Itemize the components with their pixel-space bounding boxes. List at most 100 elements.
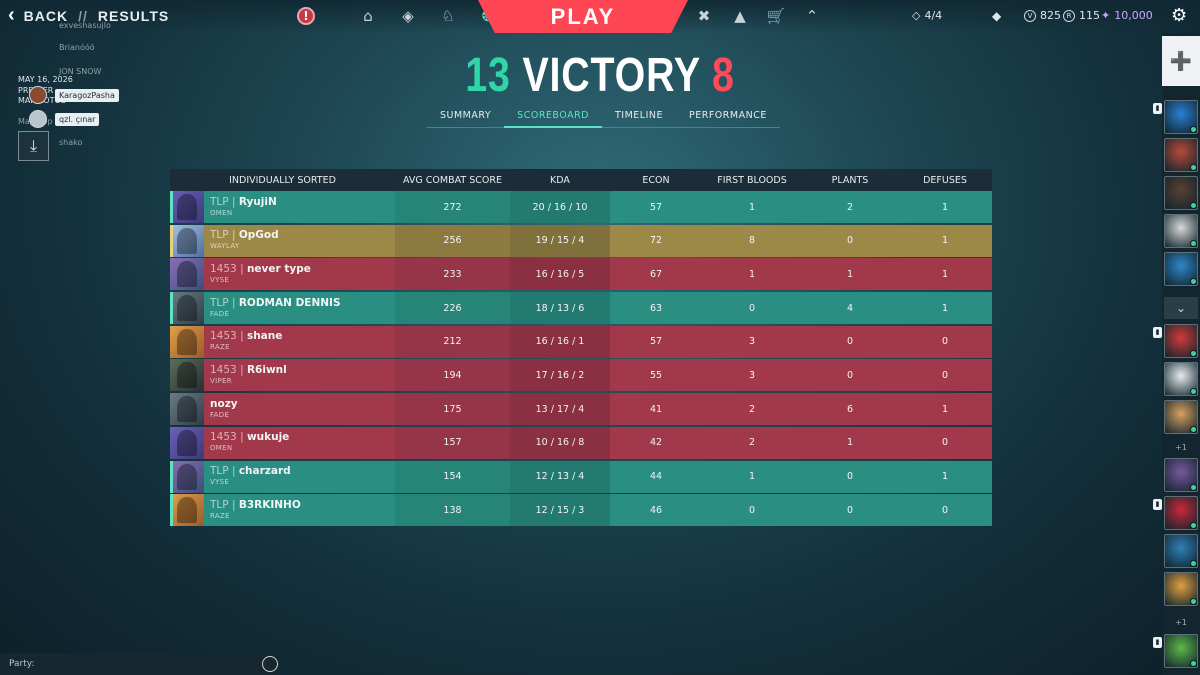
party-size[interactable]: ◇ 4/4 [912, 9, 942, 22]
gear-icon[interactable]: ⚙ [1171, 5, 1187, 26]
team-tag: 1453 [210, 330, 237, 343]
column-header[interactable]: FIRST BLOODS [702, 175, 802, 186]
plants-cell: 0 [846, 235, 854, 247]
acs-cell: 212 [395, 325, 510, 358]
scoreboard-header: INDIVIDUALLY SORTED AVG COMBAT SCORE KDA… [170, 169, 992, 191]
avatar[interactable] [29, 86, 47, 104]
tab-summary[interactable]: SUMMARY [427, 108, 505, 128]
team-tag: TLP [210, 296, 229, 309]
store-icon[interactable]: 🛒 [765, 5, 787, 27]
scoreboard-row[interactable]: TLP | OpGod WAYLAY 256 19 / 15 / 4 72 8 … [170, 224, 992, 257]
add-friend-button[interactable]: ➕ [1162, 36, 1200, 86]
online-status-icon [1190, 426, 1197, 433]
defuses-cell: 1 [941, 268, 949, 280]
alert-icon[interactable]: ! [297, 7, 315, 25]
column-header[interactable]: DEFUSES [898, 175, 992, 186]
scoreboard-row[interactable]: TLP | B3RKINHO RAZE 138 12 / 15 / 3 46 0… [170, 494, 992, 527]
more-friends-count[interactable]: +1 [1162, 443, 1200, 452]
column-header[interactable]: ECON [610, 175, 702, 186]
more-friends-count[interactable]: +1 [1162, 618, 1200, 627]
player-info: 1453 | never type VYSE [210, 263, 311, 286]
agent-name: RAZE [210, 343, 230, 352]
player-name: 1453 | shane [210, 330, 282, 342]
player-cell: TLP | B3RKINHO RAZE [170, 494, 395, 527]
player-display-name: B3RKINHO [238, 498, 301, 511]
plants-cell: 0 [846, 369, 854, 381]
kingdom-credits[interactable]: ✦ 10,000 [1101, 9, 1153, 22]
online-status-icon [1190, 388, 1197, 395]
agent-name: RAZE [210, 511, 230, 520]
player-display-name: RyujiN [238, 195, 277, 208]
tag-separator: | [236, 363, 247, 376]
tab-timeline[interactable]: TIMELINE [602, 108, 677, 128]
esports-icon[interactable]: ✖ [693, 5, 715, 27]
econ-cell: 57 [649, 201, 663, 213]
player-info: 1453 | shane RAZE [210, 330, 282, 353]
agent-portrait [170, 494, 204, 527]
scoreboard-row[interactable]: 1453 | R6iwnl VIPER 194 17 / 16 / 2 55 3… [170, 359, 992, 392]
kingdom-credits-icon: ✦ [1101, 9, 1111, 22]
scoreboard-row[interactable]: 1453 | never type VYSE 233 16 / 16 / 5 6… [170, 258, 992, 291]
kda-cell: 17 / 16 / 2 [510, 359, 610, 392]
plants-cell: 4 [846, 302, 854, 314]
defuses-cell: 0 [941, 336, 949, 348]
online-status-icon [1190, 598, 1197, 605]
econ-cell: 63 [649, 302, 663, 314]
valorant-points[interactable]: V 825 [1024, 9, 1061, 22]
chat-send-icon[interactable] [262, 656, 278, 672]
player-info: TLP | RyujiN OMEN [210, 196, 277, 219]
party-chat-input[interactable]: Party: [0, 653, 280, 675]
agent-portrait [170, 359, 204, 392]
agent-name: VYSE [210, 275, 230, 284]
player-card-icon[interactable]: ◆ [992, 9, 1001, 23]
player-info: 1453 | R6iwnl VIPER [210, 364, 287, 387]
scoreboard-row[interactable]: 1453 | shane RAZE 212 16 / 16 / 1 57 3 0… [170, 325, 992, 358]
scoreboard-row[interactable]: TLP | RODMAN DENNIS FADE 226 18 / 13 / 6… [170, 292, 992, 325]
kda-cell: 13 / 17 / 4 [510, 393, 610, 426]
result-label: VICTORY [522, 49, 701, 102]
agent-portrait [170, 191, 204, 223]
column-header[interactable]: PLANTS [802, 175, 898, 186]
agents-icon[interactable]: ◈ [397, 5, 419, 27]
team-indicator [170, 191, 173, 223]
player-display-name: shane [246, 330, 283, 343]
kda-cell: 19 / 15 / 4 [510, 224, 610, 257]
online-status-icon [1190, 350, 1197, 357]
scoreboard-row[interactable]: nozy FADE 175 13 / 17 / 4 41 2 6 1 [170, 393, 992, 426]
agent-name: FADE [210, 309, 230, 318]
plants-cell: 2 [846, 201, 854, 213]
team-tag: TLP [210, 229, 229, 242]
play-button[interactable]: PLAY [478, 0, 688, 33]
team-tag: TLP [210, 465, 229, 477]
defuses-cell: 1 [941, 403, 949, 415]
defuses-cell: 1 [941, 471, 949, 482]
main-nav: ! ⌂ ◈ ♘ ❂ [297, 5, 499, 27]
download-button[interactable]: ⤓ [18, 131, 49, 161]
player-display-name: nozy [210, 397, 238, 410]
party-chat-label: Party: [9, 659, 35, 669]
collection-icon[interactable]: ▲ [729, 5, 751, 27]
acs-cell: 175 [395, 393, 510, 426]
avatar[interactable] [29, 110, 47, 128]
collapse-button[interactable]: ⌄ [1164, 297, 1198, 319]
career-icon[interactable]: ♘ [437, 5, 459, 27]
player-info: TLP | OpGod WAYLAY [210, 229, 279, 252]
column-header[interactable]: KDA [510, 175, 610, 186]
tag-separator: | [228, 465, 239, 477]
agent-portrait [170, 292, 204, 325]
column-header[interactable]: AVG COMBAT SCORE [395, 175, 510, 186]
online-status-icon [1190, 126, 1197, 133]
plants-cell: 1 [846, 268, 854, 280]
sort-selector[interactable]: INDIVIDUALLY SORTED [170, 175, 395, 186]
home-icon[interactable]: ⌂ [357, 5, 379, 27]
online-status-icon [1190, 164, 1197, 171]
tab-scoreboard[interactable]: SCOREBOARD [504, 108, 602, 128]
scoreboard-row[interactable]: 1453 | wukuje OMEN 157 10 / 16 / 8 42 2 … [170, 426, 992, 459]
player-cell: nozy FADE [170, 393, 395, 426]
rank-icon[interactable]: ⌃ [801, 5, 823, 27]
scoreboard-row[interactable]: TLP | RyujiN OMEN 272 20 / 16 / 10 57 1 … [170, 191, 992, 223]
tab-performance[interactable]: PERFORMANCE [676, 108, 780, 128]
scoreboard-row[interactable]: TLP | charzard VYSE 154 12 / 13 / 4 44 1… [170, 460, 992, 493]
chevron-left-icon: ‹ [8, 4, 16, 26]
radianite-points[interactable]: R 115 [1063, 9, 1100, 22]
